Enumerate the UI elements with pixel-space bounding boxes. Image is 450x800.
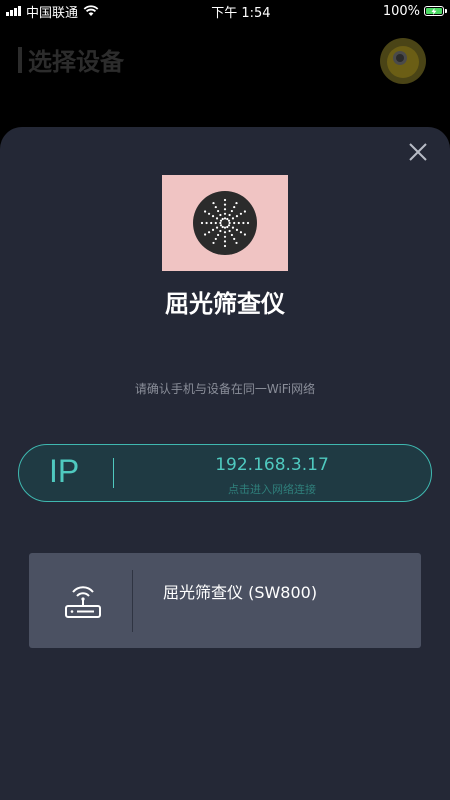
wheel-dot [230, 233, 233, 237]
wheel-dot [203, 210, 207, 213]
wheel-dot [205, 221, 208, 225]
wheel-dot [221, 225, 224, 229]
ip-connect-button[interactable]: IP 192.168.3.17 点击进入网络连接 [18, 444, 432, 502]
device-name: 屈光筛查仪 (SW800) [163, 583, 318, 602]
wheel-dot [217, 233, 220, 237]
wheel-dot [243, 210, 247, 213]
wheel-dot [246, 221, 250, 225]
close-icon [409, 143, 427, 161]
wheel-dot [228, 213, 231, 217]
status-right: 100% [382, 3, 447, 19]
device-list-item[interactable]: 屈光筛查仪 (SW800) [29, 553, 421, 648]
wheel-dot [200, 221, 204, 225]
wheel-dot [215, 217, 219, 220]
wheel-dot [223, 240, 227, 243]
filter-wheel-icon [193, 191, 257, 255]
battery-icon [423, 6, 447, 16]
wheel-dot [239, 231, 243, 234]
wheel-dot [228, 229, 231, 233]
wifi-icon [83, 5, 99, 16]
avatar[interactable] [380, 38, 426, 84]
wheel-dot [223, 235, 227, 238]
wheel-dot [242, 221, 245, 225]
status-bar: 中国联通 下午 1:54 100% [0, 0, 450, 22]
wheel-dot [211, 228, 215, 231]
device-title: 屈光筛查仪 [165, 290, 285, 318]
wheel-dot [243, 233, 247, 236]
wifi-hint: 请确认手机与设备在同一WiFi网络 [134, 382, 316, 396]
wheel-dot [226, 217, 229, 221]
wheel-dot [210, 221, 213, 225]
carrier-label: 中国联通 [26, 5, 79, 21]
signal-icon [6, 6, 21, 16]
wheel-dot [233, 221, 236, 225]
title-accent-bar [18, 46, 22, 73]
wheel-dot [223, 208, 227, 211]
battery-level [425, 7, 442, 15]
wheel-dot [231, 217, 235, 220]
wheel-dot [221, 217, 224, 221]
page-title: 选择设备 [18, 42, 124, 77]
wheel-dot [223, 212, 227, 215]
wheel-dot [214, 221, 217, 225]
status-left: 中国联通 [6, 2, 99, 21]
wheel-dot [219, 213, 222, 217]
wheel-dot [223, 231, 227, 234]
router-icon [65, 586, 101, 618]
wheel-dot [214, 205, 217, 209]
wheel-dot [230, 209, 233, 213]
wheel-dot [233, 205, 236, 209]
mascot-icon [387, 46, 419, 78]
wheel-dot [239, 212, 243, 215]
wheel-dot [223, 217, 227, 220]
status-time: 下午 1:54 [211, 5, 271, 21]
wheel-dot [217, 209, 220, 213]
wheel-dot [223, 203, 227, 206]
wheel-dot [207, 212, 211, 215]
wheel-dot [228, 221, 231, 225]
wheel-dot [227, 224, 231, 227]
card-divider [132, 570, 133, 632]
battery-percent: 100% [382, 3, 420, 19]
wheel-dot [223, 198, 227, 202]
wheel-dot [211, 215, 215, 218]
wheel-dot [207, 231, 211, 234]
wheel-dot [212, 241, 215, 245]
wheel-dot [231, 226, 235, 229]
page-title-text: 选择设备 [28, 48, 124, 76]
ip-label: IP [49, 453, 80, 489]
wheel-dot [203, 233, 207, 236]
wheel-dot [219, 219, 223, 222]
wheel-dot [219, 229, 222, 233]
wheel-dot [219, 221, 222, 225]
device-image [162, 175, 288, 271]
ip-address: 192.168.3.17 [215, 455, 329, 475]
wheel-dot [212, 201, 215, 205]
wheel-dot [219, 224, 223, 227]
wheel-dot [235, 215, 239, 218]
wheel-dot [215, 226, 219, 229]
wheel-dot [235, 201, 238, 205]
wheel-dot [226, 225, 229, 229]
ip-subtitle: 点击进入网络连接 [228, 483, 316, 496]
wheel-dot [233, 237, 236, 241]
wheel-dot [237, 221, 240, 225]
wheel-dot [223, 226, 227, 229]
wheel-dot [223, 244, 227, 248]
wheel-dot [227, 219, 231, 222]
wheel-dot [235, 228, 239, 231]
wheel-dot [214, 237, 217, 241]
wheel-dot [235, 241, 238, 245]
close-button[interactable] [403, 137, 433, 167]
